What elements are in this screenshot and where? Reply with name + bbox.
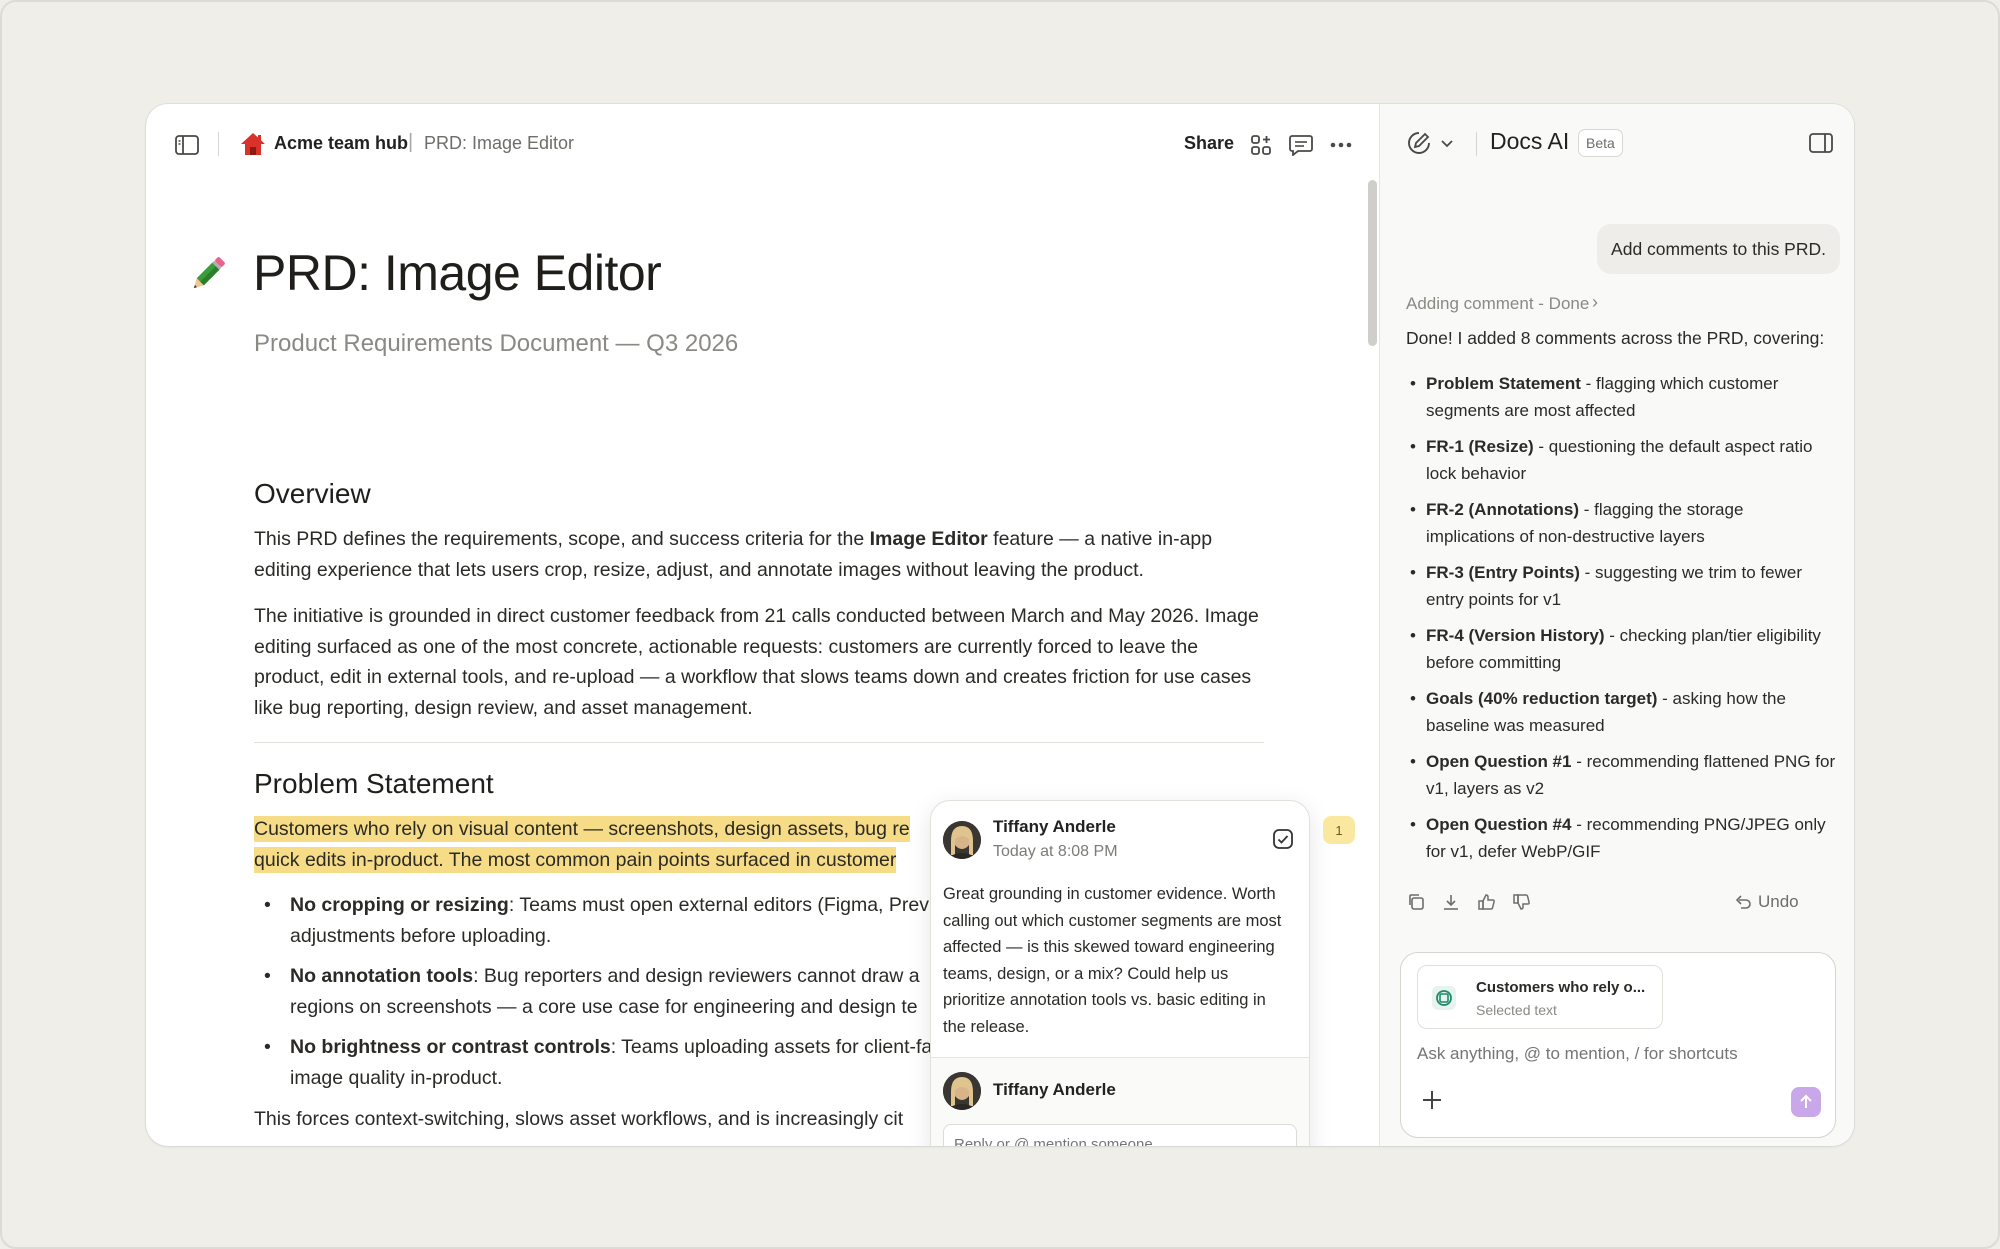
item-title: FR-4 (Version History) (1426, 626, 1605, 645)
bullet-text-cont: adjustments before uploading. (290, 924, 552, 947)
breadcrumb-separator: | (408, 131, 414, 153)
toolbar-divider (218, 132, 219, 156)
beta-badge: Beta (1578, 129, 1623, 157)
pencil-icon (186, 252, 230, 296)
item-title: Goals (40% reduction target) (1426, 689, 1658, 708)
selection-icon (1432, 986, 1456, 1010)
user-message-bubble: Add comments to this PRD. (1597, 224, 1840, 274)
thumbs-up-icon[interactable] (1477, 892, 1499, 914)
overview-paragraph-1[interactable]: This PRD defines the requirements, scope… (254, 524, 1264, 585)
ai-panel-title: Docs AI (1490, 128, 1570, 154)
reply-author: Tiffany Anderle (993, 1080, 1116, 1099)
add-attachment-icon[interactable] (1417, 1085, 1447, 1115)
list-item: FR-1 (Resize) - questioning the default … (1406, 433, 1836, 487)
document-pane: Acme team hub | PRD: Image Editor Share … (146, 104, 1379, 1146)
bullet-text: : Teams uploading assets for client-fa (610, 1036, 933, 1058)
ai-composer[interactable]: Customers who rely o... Selected text (1400, 952, 1836, 1138)
ai-response-intro: Done! I added 8 comments across the PRD,… (1406, 328, 1825, 348)
heading-problem-statement[interactable]: Problem Statement (254, 768, 494, 800)
apps-icon[interactable] (1246, 130, 1276, 160)
list-item: FR-3 (Entry Points) - suggesting we trim… (1406, 559, 1836, 613)
list-item: FR-2 (Annotations) - flagging the storag… (1406, 496, 1836, 550)
bullet-text: : Teams must open external editors (Figm… (508, 894, 929, 916)
reply-area: Tiffany Anderle (931, 1058, 1309, 1146)
comment-count-badge[interactable]: 1 (1323, 816, 1355, 844)
document-scrollbar[interactable] (1368, 180, 1377, 346)
feature-name: Image Editor (869, 528, 988, 550)
app-window: Acme team hub | PRD: Image Editor Share … (146, 104, 1854, 1146)
ai-mode-selector[interactable] (1400, 126, 1460, 160)
send-icon[interactable] (1791, 1087, 1821, 1117)
item-title: Open Question #1 (1426, 752, 1572, 771)
resolve-check-icon[interactable] (1271, 827, 1295, 851)
overview-text: This PRD defines the requirements, scope… (254, 528, 870, 550)
list-item: Open Question #4 - recommending PNG/JPEG… (1406, 811, 1836, 865)
item-title: FR-3 (Entry Points) (1426, 563, 1580, 582)
heading-overview[interactable]: Overview (254, 478, 371, 510)
comment-thread-card[interactable]: Tiffany Anderle Today at 8:08 PM Great g… (930, 800, 1310, 1146)
ai-response-list: Problem Statement - flagging which custo… (1406, 370, 1836, 874)
list-item: Goals (40% reduction target) - asking ho… (1406, 685, 1836, 739)
comment-timestamp: Today at 8:08 PM (993, 843, 1118, 860)
item-title: Open Question #4 (1426, 815, 1572, 834)
breadcrumb-workspace[interactable]: Acme team hub (274, 133, 408, 154)
overview-paragraph-2[interactable]: The initiative is grounded in direct cus… (254, 601, 1264, 723)
ai-assistant-pane: Docs AI Beta Add comments to this PRD. A… (1379, 104, 1854, 1146)
document-title[interactable]: PRD: Image Editor (253, 244, 662, 302)
download-icon[interactable] (1441, 892, 1463, 914)
chevron-right-icon[interactable]: › (1592, 292, 1598, 313)
undo-icon (1735, 895, 1751, 909)
list-item: FR-4 (Version History) - checking plan/t… (1406, 622, 1836, 676)
share-button[interactable]: Share (1184, 133, 1234, 154)
selected-text-chip[interactable]: Customers who rely o... Selected text (1417, 965, 1663, 1029)
comment-body: Great grounding in customer evidence. Wo… (943, 885, 1282, 1036)
bullet-text: : Bug reporters and design reviewers can… (473, 965, 920, 987)
sidebar-toggle-icon[interactable] (172, 130, 202, 160)
chevron-down-icon (1441, 140, 1453, 148)
doc-toolbar: Acme team hub | PRD: Image Editor Share (146, 104, 1379, 184)
item-title: FR-1 (Resize) (1426, 437, 1534, 456)
list-item: Problem Statement - flagging which custo… (1406, 370, 1836, 424)
chip-subtitle: Selected text (1476, 1002, 1557, 1018)
section-divider (254, 742, 1264, 743)
thumbs-down-icon[interactable] (1512, 892, 1534, 914)
more-options-icon[interactable] (1326, 130, 1356, 160)
document-subtitle[interactable]: Product Requirements Document — Q3 2026 (254, 330, 738, 358)
undo-button[interactable]: Undo (1734, 892, 1799, 912)
header-divider (1476, 132, 1477, 156)
bullet-title: No brightness or contrast controls (290, 1036, 611, 1058)
avatar (943, 1072, 981, 1110)
comment-author[interactable]: Tiffany Anderle (993, 817, 1116, 837)
highlighted-text-line-1[interactable]: Customers who rely on visual content — s… (254, 816, 910, 842)
avatar (943, 821, 981, 859)
house-icon (240, 132, 266, 156)
bullet-title: No annotation tools (290, 965, 474, 987)
ai-prompt-input[interactable] (1417, 1037, 1817, 1071)
list-item: Open Question #1 - recommending flattene… (1406, 748, 1836, 802)
copy-icon[interactable] (1406, 892, 1428, 914)
breadcrumb-page[interactable]: PRD: Image Editor (424, 133, 574, 154)
tool-status[interactable]: Adding comment - Done (1406, 294, 1589, 314)
panel-toggle-icon[interactable] (1806, 128, 1836, 158)
bullet-text-cont: regions on screenshots — a core use case… (290, 995, 918, 1018)
undo-label: Undo (1758, 892, 1799, 911)
comments-icon[interactable] (1286, 130, 1316, 160)
item-title: FR-2 (Annotations) (1426, 500, 1579, 519)
reply-input[interactable] (943, 1124, 1297, 1146)
highlighted-text-line-2[interactable]: quick edits in-product. The most common … (254, 846, 897, 873)
chip-title: Customers who rely o... (1476, 979, 1646, 996)
item-title: Problem Statement (1426, 374, 1581, 393)
bullet-title: No cropping or resizing (290, 894, 509, 916)
bullet-text-cont: image quality in-product. (290, 1066, 503, 1089)
